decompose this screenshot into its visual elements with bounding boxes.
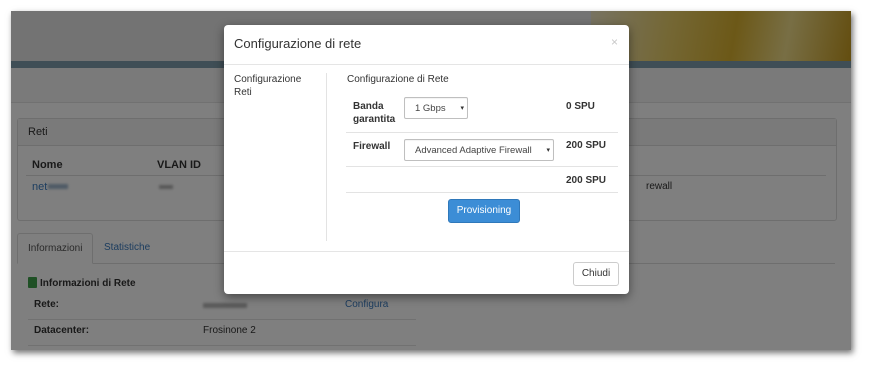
firewall-spu: 200 SPU	[566, 140, 607, 151]
firewall-label: Firewall	[353, 141, 391, 152]
nav-item-configurazione[interactable]: Configurazione	[234, 73, 324, 86]
modal-footer: Chiudi	[224, 251, 629, 295]
vertical-divider	[326, 73, 327, 241]
modal-side-nav: Configurazione Reti	[234, 73, 324, 99]
firewall-select[interactable]: Advanced Adaptive Firewall ▾	[404, 139, 554, 161]
bandwidth-spu: 0 SPU	[566, 101, 595, 112]
firewall-select-value: Advanced Adaptive Firewall	[415, 145, 532, 156]
config-row-bandwidth: Banda garantita 1 Gbps ▾ 0 SPU	[346, 93, 618, 133]
close-icon[interactable]: ×	[611, 35, 618, 49]
provisioning-button[interactable]: Provisioning	[448, 199, 520, 223]
modal-title: Configurazione di rete	[234, 36, 362, 51]
bandwidth-label: Banda garantita	[353, 101, 396, 125]
bandwidth-select-value: 1 Gbps	[415, 103, 446, 114]
config-row-total: 200 SPU	[346, 167, 618, 193]
network-config-modal: Configurazione di rete × Configurazione …	[224, 25, 629, 294]
config-section-title: Configurazione di Rete	[347, 74, 449, 85]
dropdown-caret-icon: ▾	[460, 105, 464, 112]
close-button[interactable]: Chiudi	[573, 262, 619, 286]
modal-body: Configurazione Reti Configurazione di Re…	[224, 65, 629, 251]
total-spu: 200 SPU	[566, 175, 607, 186]
dropdown-caret-icon: ▾	[546, 147, 550, 154]
nav-item-reti[interactable]: Reti	[234, 86, 324, 99]
config-row-firewall: Firewall Advanced Adaptive Firewall ▾ 20…	[346, 133, 618, 167]
bandwidth-select[interactable]: 1 Gbps ▾	[404, 97, 468, 119]
modal-header: Configurazione di rete ×	[224, 25, 629, 65]
